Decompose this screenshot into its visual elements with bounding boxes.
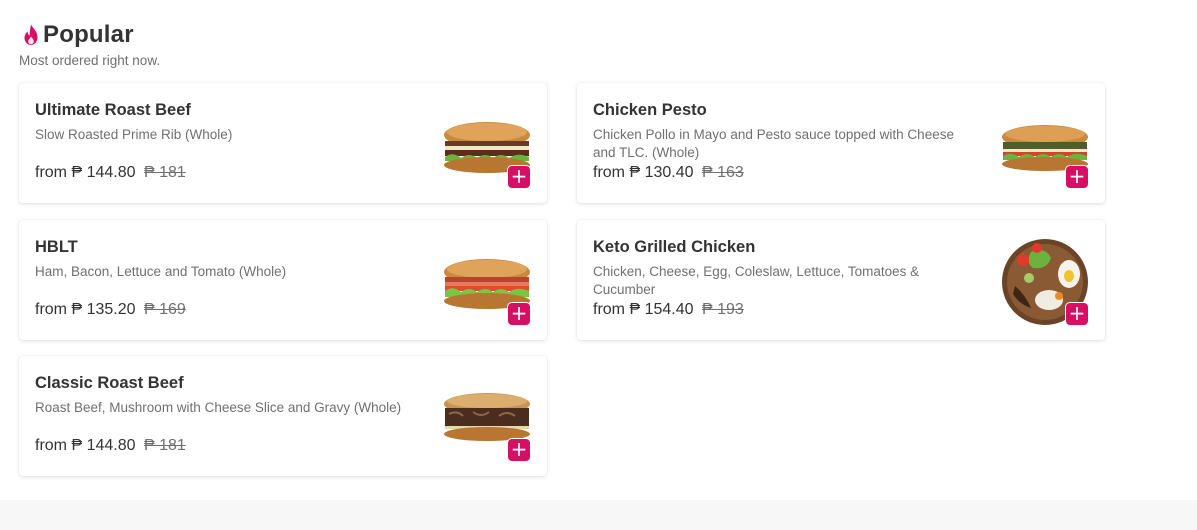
title-row: Popular	[19, 20, 160, 50]
product-card-keto-grilled-chicken[interactable]: Keto Grilled Chicken Chicken, Cheese, Eg…	[577, 220, 1105, 340]
product-name: Keto Grilled Chicken	[593, 238, 756, 256]
add-to-cart-button[interactable]: +	[508, 439, 530, 461]
product-price: from ₱ 144.80 ₱ 181	[35, 437, 186, 455]
original-price: ₱ 181	[143, 164, 186, 181]
price-prefix: from	[593, 164, 625, 181]
add-to-cart-button[interactable]: +	[1066, 303, 1088, 325]
product-name: HBLT	[35, 238, 78, 256]
product-name: Classic Roast Beef	[35, 374, 184, 392]
product-card-classic-roast-beef[interactable]: Classic Roast Beef Roast Beef, Mushroom …	[19, 356, 547, 476]
original-price: ₱ 193	[701, 301, 744, 318]
original-price: ₱ 181	[143, 437, 186, 454]
popular-page: Popular Most ordered right now. Ultimate…	[0, 0, 1197, 530]
current-price: ₱ 130.40	[629, 164, 694, 181]
current-price: ₱ 144.80	[71, 164, 136, 181]
footer-band	[0, 500, 1197, 530]
price-prefix: from	[593, 301, 625, 318]
product-description: Roast Beef, Mushroom with Cheese Slice a…	[35, 400, 402, 415]
product-price: from ₱ 130.40 ₱ 163	[593, 164, 744, 182]
original-price: ₱ 169	[143, 301, 186, 318]
product-card-chicken-pesto[interactable]: Chicken Pesto Chicken Pollo in Mayo and …	[577, 83, 1105, 203]
section-title: Popular	[43, 21, 134, 48]
product-price: from ₱ 144.80 ₱ 181	[35, 164, 186, 182]
original-price: ₱ 163	[701, 164, 744, 181]
product-description: Chicken, Cheese, Egg, Coleslaw, Lettuce,…	[593, 264, 920, 297]
price-prefix: from	[35, 437, 67, 454]
add-to-cart-button[interactable]: +	[508, 166, 530, 188]
product-description: Chicken Pollo in Mayo and Pesto sauce to…	[593, 127, 954, 160]
product-name: Ultimate Roast Beef	[35, 101, 191, 119]
price-prefix: from	[35, 301, 67, 318]
product-description: Ham, Bacon, Lettuce and Tomato (Whole)	[35, 264, 287, 279]
product-description: Slow Roasted Prime Rib (Whole)	[35, 127, 233, 142]
current-price: ₱ 154.40	[629, 301, 694, 318]
section-subtitle: Most ordered right now.	[19, 53, 161, 68]
current-price: ₱ 135.20	[71, 301, 136, 318]
product-card-ultimate-roast-beef[interactable]: Ultimate Roast Beef Slow Roasted Prime R…	[19, 83, 547, 203]
product-name: Chicken Pesto	[593, 101, 707, 119]
current-price: ₱ 144.80	[71, 437, 136, 454]
add-to-cart-button[interactable]: +	[1066, 166, 1088, 188]
flame-icon	[24, 24, 38, 45]
product-price: from ₱ 154.40 ₱ 193	[593, 301, 744, 319]
price-prefix: from	[35, 164, 67, 181]
add-to-cart-button[interactable]: +	[508, 303, 530, 325]
popular-section-header: Popular Most ordered right now.	[19, 20, 160, 68]
product-card-hblt[interactable]: HBLT Ham, Bacon, Lettuce and Tomato (Who…	[19, 220, 547, 340]
product-price: from ₱ 135.20 ₱ 169	[35, 301, 186, 319]
